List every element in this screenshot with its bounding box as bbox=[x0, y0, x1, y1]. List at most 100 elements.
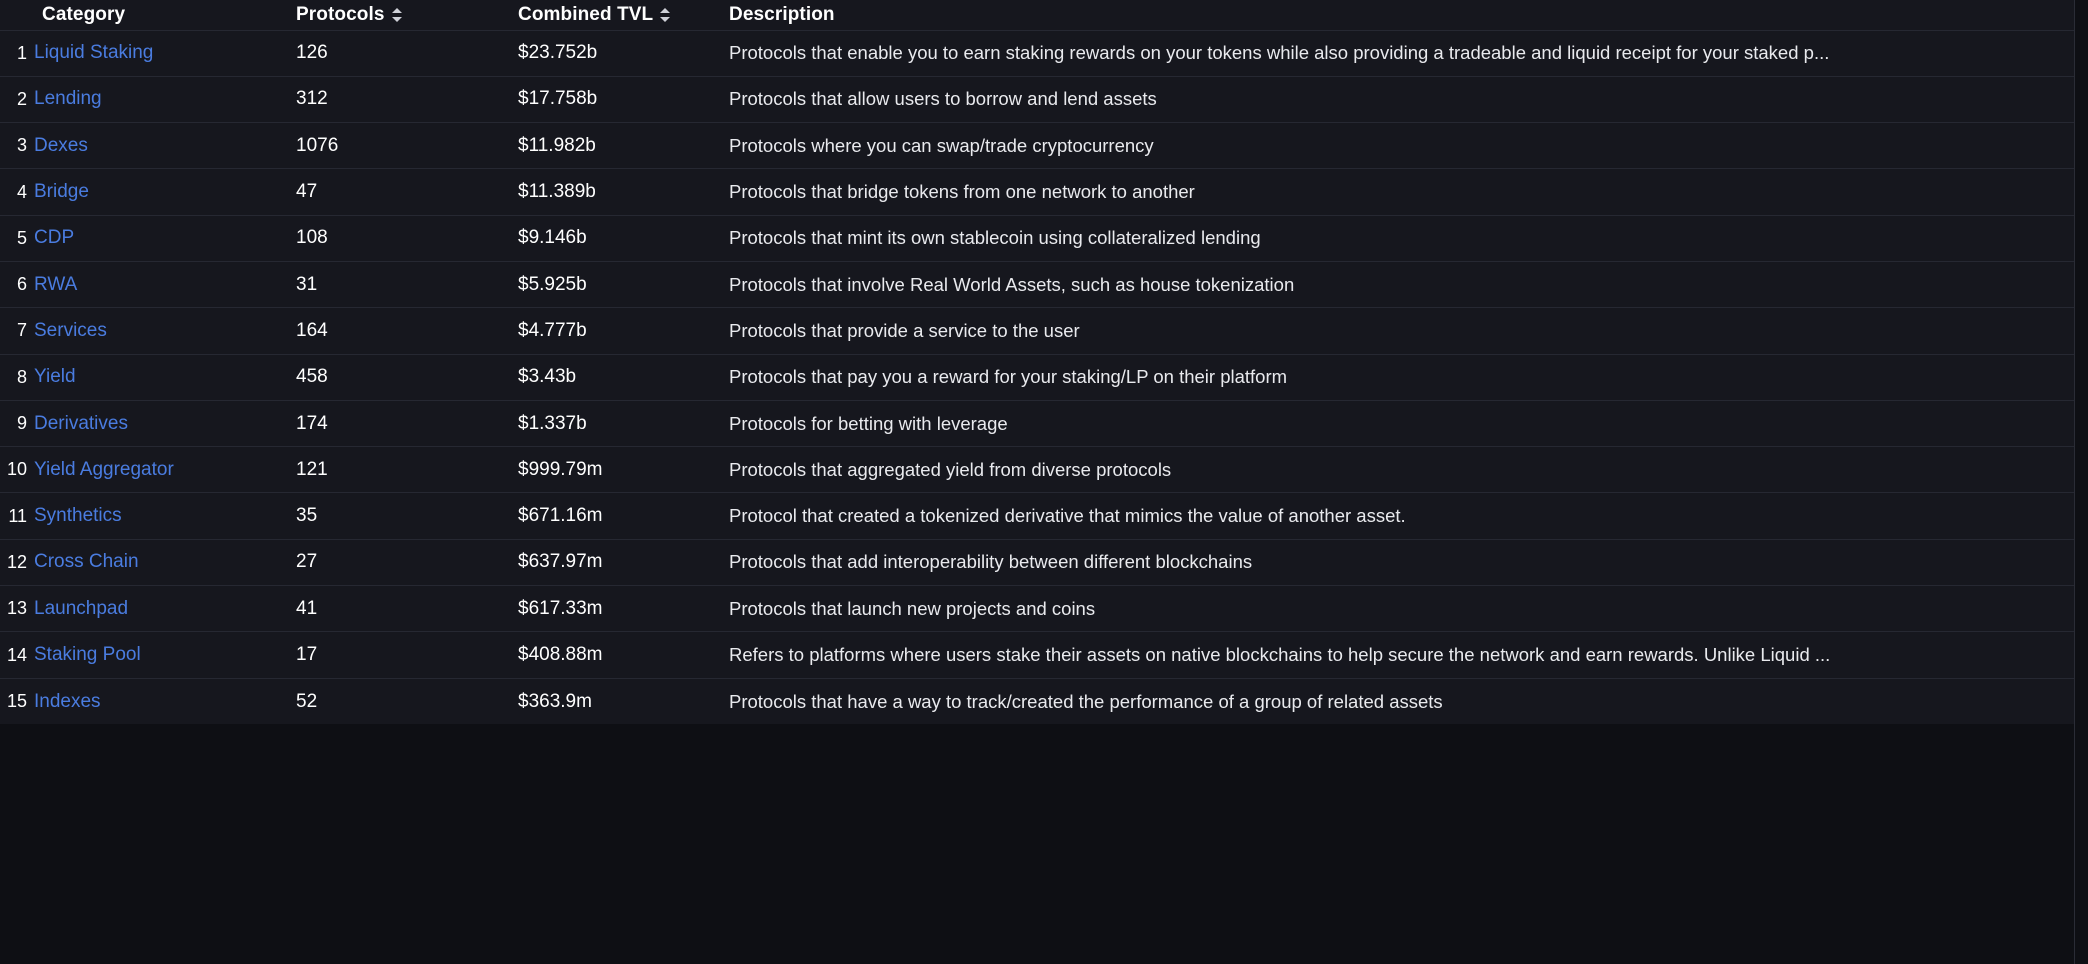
category-link[interactable]: Indexes bbox=[34, 691, 101, 712]
row-description: Protocols that mint its own stablecoin u… bbox=[729, 215, 2074, 261]
row-rank: 7 bbox=[0, 308, 34, 354]
row-protocols-count: 35 bbox=[296, 493, 518, 539]
table-row[interactable]: 11Synthetics 35$671.16mProtocol that crea… bbox=[0, 493, 2074, 539]
row-combined-tvl: $999.79m bbox=[518, 447, 729, 493]
right-gutter bbox=[2075, 0, 2088, 964]
row-description: Protocols that provide a service to the … bbox=[729, 308, 2074, 354]
row-combined-tvl: $17.758b bbox=[518, 76, 729, 122]
table-row[interactable]: 10Yield Aggregator121$999.79mProtocols t… bbox=[0, 447, 2074, 493]
table-row[interactable]: 9Derivatives174$1.337bProtocols for bett… bbox=[0, 400, 2074, 446]
sort-updown-icon[interactable] bbox=[660, 7, 671, 23]
row-category-cell: Yield Aggregator bbox=[34, 447, 296, 493]
category-link[interactable]: Synthetics bbox=[34, 505, 122, 526]
table-row[interactable]: 1Liquid Staking126$23.752bProtocols that… bbox=[0, 30, 2074, 76]
row-protocols-count: 121 bbox=[296, 447, 518, 493]
row-rank: 11 bbox=[0, 493, 34, 539]
row-description: Protocols that allow users to borrow and… bbox=[729, 76, 2074, 122]
category-table-page: Category Protocols Combined TVL bbox=[0, 0, 2088, 964]
category-link[interactable]: Launchpad bbox=[34, 598, 128, 619]
row-combined-tvl: $3.43b bbox=[518, 354, 729, 400]
table-row[interactable]: 8Yield 458$3.43bProtocols that pay you a … bbox=[0, 354, 2074, 400]
column-header-combined-tvl-label: Combined TVL bbox=[518, 4, 653, 26]
table-header: Category Protocols Combined TVL bbox=[0, 0, 2074, 30]
row-description: Protocols that launch new projects and c… bbox=[729, 586, 2074, 632]
row-category-cell: Services bbox=[34, 308, 296, 354]
row-combined-tvl: $5.925b bbox=[518, 261, 729, 307]
table-row[interactable]: 3Dexes1076$11.982bProtocols where you ca… bbox=[0, 123, 2074, 169]
row-protocols-count: 31 bbox=[296, 261, 518, 307]
column-header-category[interactable]: Category bbox=[34, 0, 296, 30]
row-combined-tvl: $9.146b bbox=[518, 215, 729, 261]
row-category-cell: Liquid Staking bbox=[34, 30, 296, 76]
row-description: Protocols that enable you to earn stakin… bbox=[729, 30, 2074, 76]
row-rank: 8 bbox=[0, 354, 34, 400]
row-protocols-count: 458 bbox=[296, 354, 518, 400]
row-description: Protocols for betting with leverage bbox=[729, 400, 2074, 446]
row-rank: 10 bbox=[0, 447, 34, 493]
row-rank: 12 bbox=[0, 539, 34, 585]
row-category-cell: RWA bbox=[34, 261, 296, 307]
row-combined-tvl: $4.777b bbox=[518, 308, 729, 354]
table-row[interactable]: 12Cross Chain27$637.97mProtocols that ad… bbox=[0, 539, 2074, 585]
row-rank: 13 bbox=[0, 586, 34, 632]
category-link[interactable]: Services bbox=[34, 320, 107, 341]
row-description: Protocol that created a tokenized deriva… bbox=[729, 493, 2074, 539]
column-header-category-label: Category bbox=[42, 4, 125, 26]
table-row[interactable]: 13Launchpad41$617.33mProtocols that laun… bbox=[0, 586, 2074, 632]
table-row[interactable]: 2Lending312$17.758bProtocols that allow … bbox=[0, 76, 2074, 122]
category-link[interactable]: Liquid Staking bbox=[34, 42, 153, 63]
row-category-cell: Yield bbox=[34, 354, 296, 400]
category-link[interactable]: RWA bbox=[34, 274, 77, 295]
table-row[interactable]: 7Services 164$4.777bProtocols that provid… bbox=[0, 308, 2074, 354]
row-protocols-count: 126 bbox=[296, 30, 518, 76]
row-combined-tvl: $1.337b bbox=[518, 400, 729, 446]
row-protocols-count: 52 bbox=[296, 678, 518, 724]
row-protocols-count: 41 bbox=[296, 586, 518, 632]
row-rank: 15 bbox=[0, 678, 34, 724]
row-description: Protocols that involve Real World Assets… bbox=[729, 261, 2074, 307]
row-category-cell: Indexes bbox=[34, 678, 296, 724]
row-protocols-count: 17 bbox=[296, 632, 518, 678]
row-combined-tvl: $363.9m bbox=[518, 678, 729, 724]
table-row[interactable]: 5CDP108$9.146bProtocols that mint its ow… bbox=[0, 215, 2074, 261]
row-rank: 4 bbox=[0, 169, 34, 215]
row-category-cell: Lending bbox=[34, 76, 296, 122]
table-row[interactable]: 14Staking Pool17$408.88mRefers to platfo… bbox=[0, 632, 2074, 678]
row-protocols-count: 312 bbox=[296, 76, 518, 122]
table-header-row: Category Protocols Combined TVL bbox=[0, 0, 2074, 30]
category-link[interactable]: Bridge bbox=[34, 181, 89, 202]
row-combined-tvl: $671.16m bbox=[518, 493, 729, 539]
row-description: Refers to platforms where users stake th… bbox=[729, 632, 2074, 678]
row-combined-tvl: $408.88m bbox=[518, 632, 729, 678]
row-protocols-count: 27 bbox=[296, 539, 518, 585]
category-link[interactable]: Staking Pool bbox=[34, 644, 141, 665]
category-link[interactable]: Derivatives bbox=[34, 413, 128, 434]
row-rank: 9 bbox=[0, 400, 34, 446]
category-link[interactable]: Dexes bbox=[34, 135, 88, 156]
table-row[interactable]: 6RWA31$5.925bProtocols that involve Real… bbox=[0, 261, 2074, 307]
category-link[interactable]: Yield bbox=[34, 366, 76, 387]
table-row[interactable]: 15Indexes 52$363.9mProtocols that have a … bbox=[0, 678, 2074, 724]
row-description: Protocols that pay you a reward for your… bbox=[729, 354, 2074, 400]
table-row[interactable]: 4Bridge47$11.389bProtocols that bridge t… bbox=[0, 169, 2074, 215]
column-header-description-label: Description bbox=[729, 4, 835, 26]
column-header-description[interactable]: Description bbox=[729, 0, 2074, 30]
category-link[interactable]: Cross Chain bbox=[34, 551, 139, 572]
row-description: Protocols that add interoperability betw… bbox=[729, 539, 2074, 585]
row-category-cell: Launchpad bbox=[34, 586, 296, 632]
column-header-combined-tvl[interactable]: Combined TVL bbox=[518, 0, 729, 30]
right-vertical-divider bbox=[2074, 0, 2075, 964]
row-protocols-count: 164 bbox=[296, 308, 518, 354]
row-combined-tvl: $11.389b bbox=[518, 169, 729, 215]
row-rank: 5 bbox=[0, 215, 34, 261]
column-header-protocols[interactable]: Protocols bbox=[296, 0, 518, 30]
row-category-cell: CDP bbox=[34, 215, 296, 261]
row-rank: 1 bbox=[0, 30, 34, 76]
row-category-cell: Derivatives bbox=[34, 400, 296, 446]
sort-updown-icon[interactable] bbox=[392, 7, 403, 23]
row-category-cell: Bridge bbox=[34, 169, 296, 215]
category-link[interactable]: CDP bbox=[34, 227, 74, 248]
category-link[interactable]: Lending bbox=[34, 88, 102, 109]
row-description: Protocols that have a way to track/creat… bbox=[729, 678, 2074, 724]
category-link[interactable]: Yield Aggregator bbox=[34, 459, 174, 480]
